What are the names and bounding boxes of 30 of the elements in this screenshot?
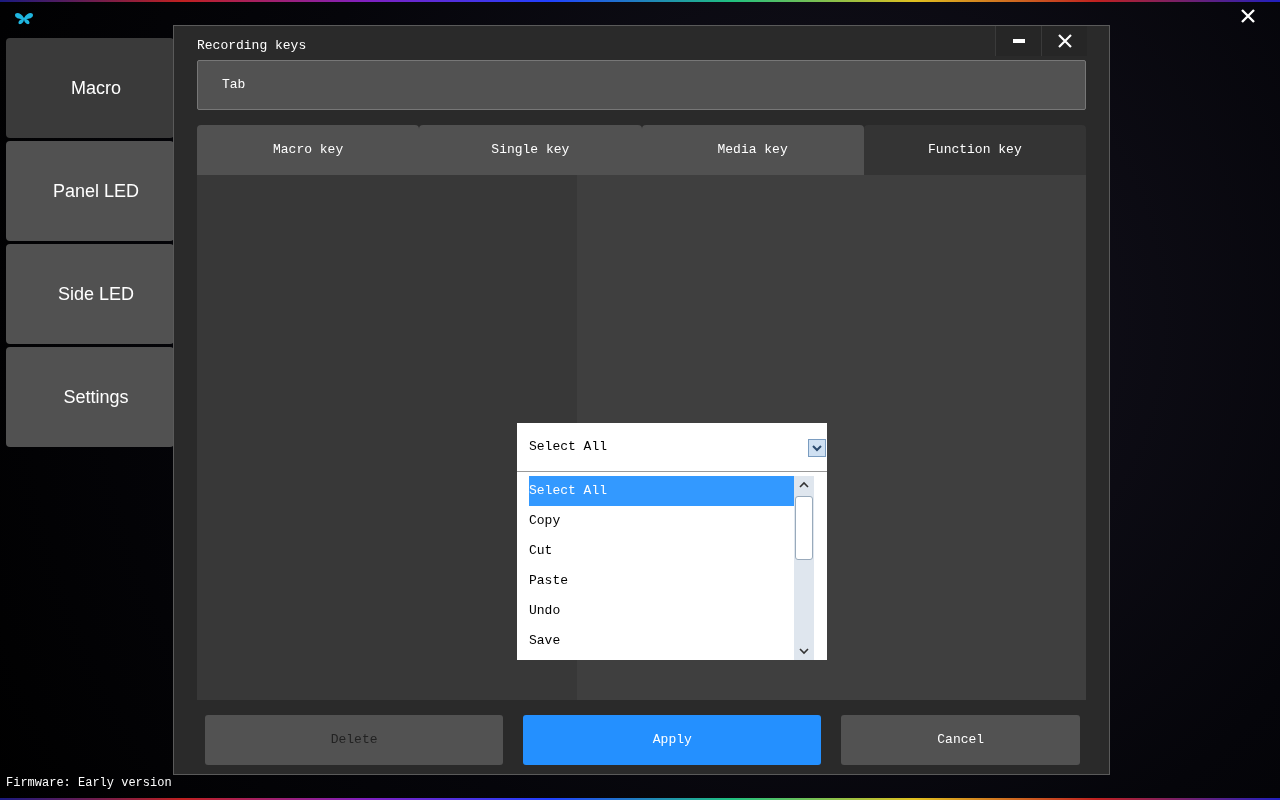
recorded-key-field[interactable]: Tab — [197, 60, 1086, 110]
dropdown-value: Select All — [529, 438, 607, 457]
sidebar-item[interactable]: Macro — [6, 38, 174, 138]
dropdown-option[interactable]: Copy — [529, 506, 794, 536]
scrollbar[interactable] — [794, 476, 814, 660]
minus-icon — [1012, 39, 1025, 43]
sidebar-item[interactable]: Side LED — [6, 244, 174, 344]
close-icon — [1057, 34, 1072, 48]
chevron-down-icon[interactable] — [808, 438, 826, 456]
tab[interactable]: Single key — [419, 125, 642, 175]
chevron-down-icon[interactable] — [799, 647, 809, 655]
scrollbar-thumb[interactable] — [795, 496, 813, 560]
dialog-title: Recording keys — [197, 37, 307, 55]
tab[interactable]: Media key — [641, 125, 864, 175]
firmware-label: Firmware: Early version — [6, 775, 172, 792]
sidebar-item[interactable]: Panel LED — [6, 141, 174, 241]
dropdown-option[interactable]: Undo — [529, 596, 794, 626]
dropdown-option[interactable]: Paste — [529, 566, 794, 596]
dropdown-option[interactable]: Save — [529, 626, 794, 656]
tab[interactable]: Function key — [863, 125, 1086, 175]
minimize-button[interactable] — [995, 26, 1041, 56]
tab[interactable]: Macro key — [197, 125, 420, 175]
sidebar-item[interactable]: Settings — [6, 347, 174, 447]
butterfly-logo-icon — [14, 12, 34, 26]
dropdown-field[interactable]: Select All — [517, 423, 827, 472]
dropdown-option[interactable]: Cut — [529, 536, 794, 566]
chevron-up-icon[interactable] — [799, 481, 809, 489]
action-button[interactable]: Cancel — [841, 715, 1080, 765]
close-button[interactable] — [1041, 26, 1087, 56]
close-icon[interactable] — [1240, 8, 1256, 24]
